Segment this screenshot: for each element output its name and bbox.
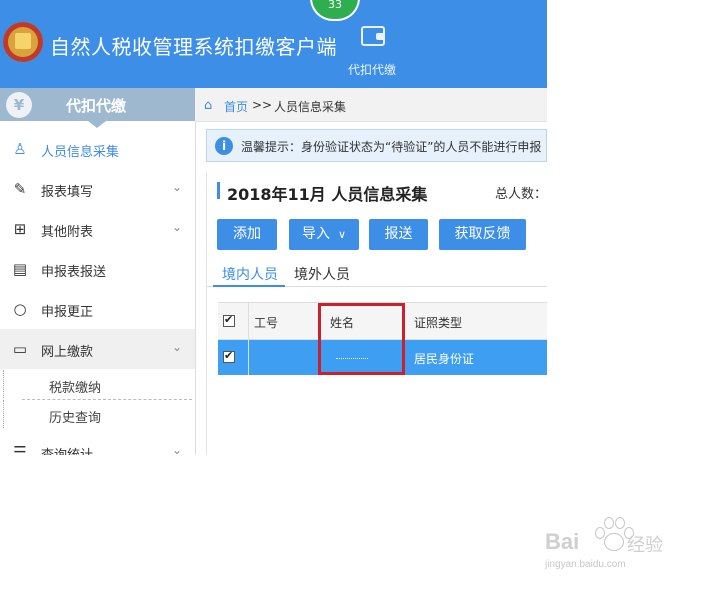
sidebar: ¥ 代扣代缴 ♙ 人员信息采集 ✎ 报表填写 ⌄ ⊞ 其他附表 ⌄ ▤ 申报表报…: [0, 88, 196, 455]
get-feedback-button[interactable]: 获取反馈: [439, 219, 526, 250]
national-emblem-icon: [3, 22, 43, 62]
app-window: 自然人税收管理系统扣缴客户端 33 代扣代缴 ¥ 代扣代缴 ♙ 人员信息采集 ✎…: [0, 0, 547, 455]
select-all-checkbox[interactable]: [223, 313, 235, 327]
app-header: 自然人税收管理系统扣缴客户端 33 代扣代缴: [0, 0, 547, 88]
chevron-down-icon: ⌄: [172, 340, 183, 354]
tip-text: 温馨提示：身份验证状态为“待验证”的人员不能进行申报: [241, 140, 542, 154]
sidebar-item-label: 申报表报送: [41, 265, 107, 280]
sidebar-item-submit-report[interactable]: ▤ 申报表报送: [0, 249, 195, 289]
sidebar-item-label: 报表填写: [41, 185, 94, 200]
breadcrumb: ⌂ 首页 >> 人员信息采集: [195, 88, 547, 122]
sidebar-item-label: 申报更正: [41, 305, 94, 320]
module-label[interactable]: 代扣代缴: [348, 61, 396, 78]
sidebar-item-correction[interactable]: ○ 申报更正: [0, 289, 195, 329]
baidu-watermark: Bai 经验 jingyan.baidu.com: [545, 515, 675, 575]
column-header-cert-type[interactable]: 证照类型: [414, 314, 462, 331]
sidebar-item-online-payment[interactable]: ▭ 网上缴款 ⌄: [0, 329, 195, 369]
breadcrumb-separator: >>: [252, 98, 273, 112]
title-accent-bar: [217, 182, 220, 199]
watermark-brand: Bai: [545, 529, 580, 554]
submit-button[interactable]: 报送: [369, 219, 428, 250]
sidebar-item-label: 人员信息采集: [41, 145, 120, 160]
row-checkbox[interactable]: [223, 349, 235, 363]
tab-foreign[interactable]: 境外人员: [294, 264, 350, 284]
sidebar-item-person-info[interactable]: ♙ 人员信息采集: [0, 129, 195, 169]
import-button[interactable]: 导入 ∨: [289, 219, 359, 250]
sidebar-notch: [88, 121, 106, 128]
wallet-icon[interactable]: [361, 26, 385, 46]
grid-icon: ⊞: [13, 220, 27, 238]
chevron-down-icon: ∨: [338, 228, 347, 241]
sidebar-item-other-schedules[interactable]: ⊞ 其他附表 ⌄: [0, 209, 195, 249]
breadcrumb-current: 人员信息采集: [274, 100, 347, 114]
app-title: 自然人税收管理系统扣缴客户端: [50, 35, 337, 59]
sidebar-item-report-fill[interactable]: ✎ 报表填写 ⌄: [0, 169, 195, 209]
search-icon: ○: [13, 300, 27, 318]
edit-icon: ✎: [13, 180, 27, 198]
sidebar-subitem-history[interactable]: 历史查询: [3, 400, 193, 428]
folder-icon: ▭: [12, 340, 28, 358]
yen-icon: ¥: [6, 92, 32, 118]
total-count-label: 总人数：: [495, 187, 547, 202]
column-header-id[interactable]: 工号: [254, 314, 278, 331]
active-tab-indicator: [213, 285, 285, 287]
sidebar-subitem-tax-payment[interactable]: 税款缴纳: [3, 370, 193, 398]
query-icon: ☰: [13, 443, 27, 455]
home-icon[interactable]: ⌂: [204, 98, 212, 113]
warning-tip: i 温馨提示：身份验证状态为“待验证”的人员不能进行申报: [206, 129, 547, 162]
notification-badge[interactable]: 33: [310, 0, 360, 21]
breadcrumb-home-link[interactable]: 首页: [224, 98, 248, 115]
chevron-down-icon: ⌄: [172, 180, 183, 194]
annotation-highlight-box: [318, 303, 405, 375]
sidebar-item-label: 其他附表: [41, 225, 94, 240]
chevron-down-icon: ⌄: [172, 220, 183, 234]
sidebar-subitem-label: 税款缴纳: [49, 381, 102, 396]
document-icon: ▤: [12, 260, 28, 278]
sidebar-item-label: 网上缴款: [41, 345, 94, 360]
chevron-down-icon: ⌄: [172, 443, 183, 455]
sidebar-subitem-label: 历史查询: [49, 411, 102, 426]
watermark-url: jingyan.baidu.com: [545, 559, 626, 570]
cell-cert-type: 居民身份证: [414, 352, 475, 366]
sidebar-item-query-stats[interactable]: ☰ 查询统计 ⌄: [0, 432, 195, 455]
tab-domestic[interactable]: 境内人员: [222, 264, 278, 284]
page-title: 2018年11月 人员信息采集: [227, 185, 428, 204]
sidebar-title: 代扣代缴: [66, 97, 127, 115]
watermark-brand-2: 经验: [627, 535, 663, 556]
column-divider: [248, 303, 249, 375]
sidebar-header: ¥ 代扣代缴: [0, 88, 195, 121]
person-icon: ♙: [13, 140, 27, 158]
add-button[interactable]: 添加: [217, 219, 277, 250]
info-icon: i: [215, 137, 233, 155]
sidebar-item-label: 查询统计: [41, 444, 93, 455]
import-button-label: 导入: [302, 226, 330, 242]
